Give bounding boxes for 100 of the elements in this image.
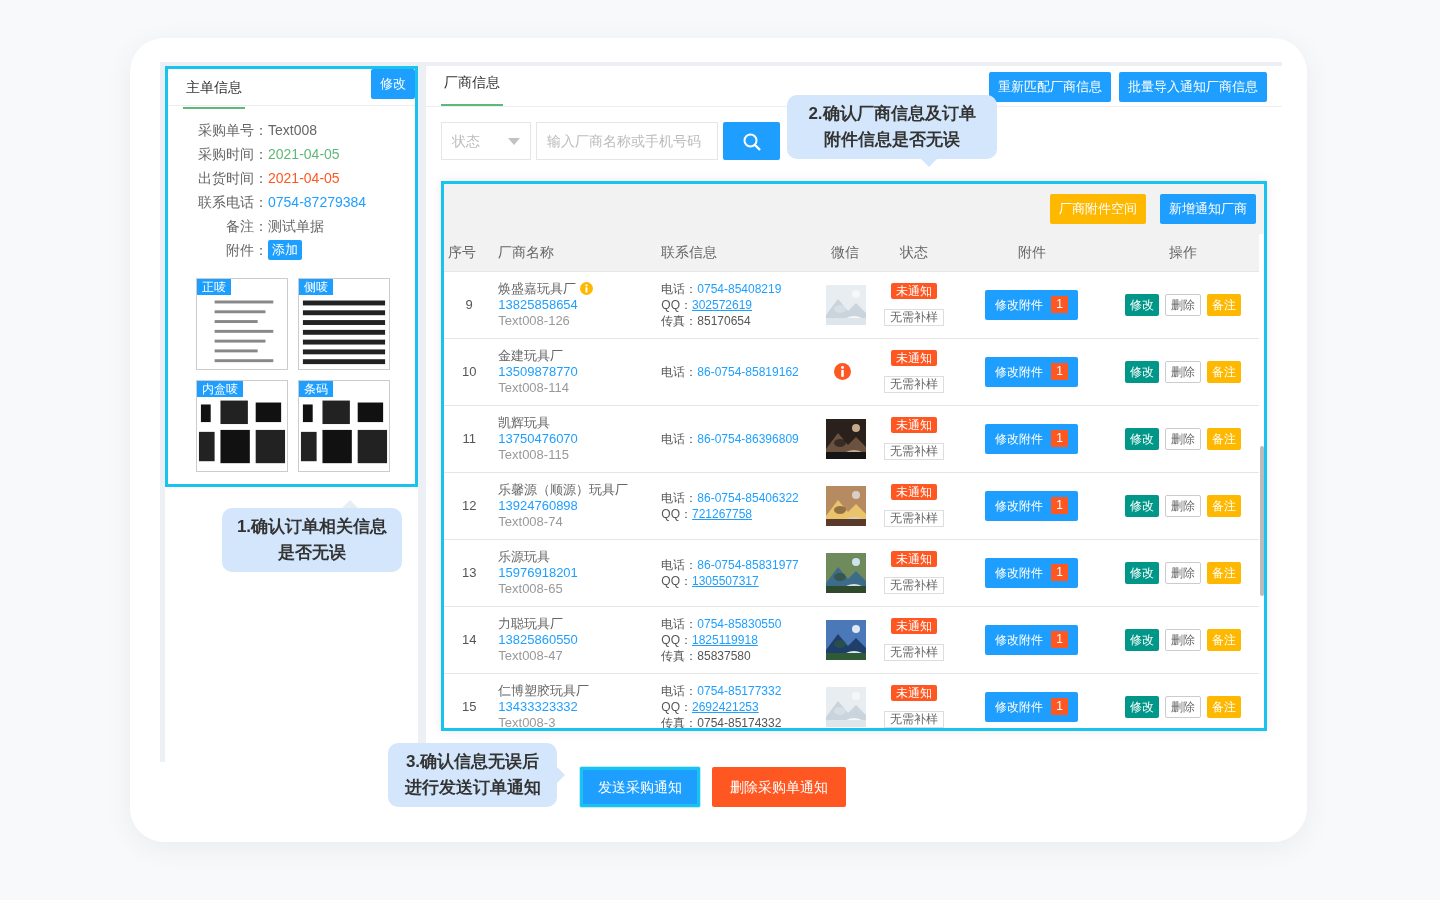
note-button[interactable]: 备注 bbox=[1206, 427, 1241, 450]
callout-text: 2.确认厂商信息及订单 bbox=[807, 103, 977, 125]
contact-label: 电话： bbox=[661, 616, 698, 631]
phone-number: 86-0754-85831977 bbox=[697, 557, 799, 572]
field-label: 备注： bbox=[225, 216, 268, 236]
sample-tag: 无需补样 bbox=[883, 443, 944, 460]
supplier-code: Text008-65 bbox=[498, 580, 563, 596]
edit-button[interactable]: 修改 bbox=[1124, 695, 1159, 718]
note-button[interactable]: 备注 bbox=[1206, 360, 1241, 383]
qq-link[interactable]: 1825119918 bbox=[691, 632, 758, 647]
status-badge: 未通知 bbox=[890, 417, 937, 433]
info-icon bbox=[834, 363, 852, 381]
attachment-button[interactable]: 修改附件 1 bbox=[985, 691, 1078, 722]
field-label: 采购单号： bbox=[197, 120, 268, 140]
row-number: 11 bbox=[462, 430, 476, 446]
note-button[interactable]: 备注 bbox=[1206, 561, 1241, 584]
delete-button[interactable]: 删除 bbox=[1164, 561, 1201, 584]
row-number: 13 bbox=[461, 564, 477, 580]
field-label: 附件： bbox=[225, 240, 268, 260]
footer-button[interactable]: 删除采购单通知 bbox=[712, 767, 846, 807]
note-button[interactable]: 备注 bbox=[1206, 628, 1241, 651]
qq-link[interactable]: 1305507317 bbox=[691, 573, 759, 588]
supplier-code: Text008-126 bbox=[498, 312, 570, 328]
attachment-button[interactable]: 修改附件 1 bbox=[985, 289, 1078, 320]
attachment-button[interactable]: 修改附件 1 bbox=[985, 423, 1078, 454]
tab[interactable]: 厂商信息 bbox=[441, 72, 503, 106]
status-badge: 未通知 bbox=[890, 618, 937, 634]
attachment-button[interactable]: 修改附件 1 bbox=[985, 490, 1078, 521]
fax-number: 0754-85174332 bbox=[697, 715, 782, 728]
toolbar-button[interactable]: 厂商附件空间 bbox=[1050, 194, 1146, 224]
caret-icon bbox=[508, 137, 520, 145]
sample-tag: 无需补样 bbox=[883, 376, 944, 393]
edit-button[interactable]: 修改 bbox=[1124, 561, 1159, 584]
row-number: 14 bbox=[461, 631, 477, 647]
field-value: 2021-04-05 bbox=[268, 168, 340, 188]
contact-label: 传真： bbox=[661, 715, 698, 728]
supplier-code: Text008-3 bbox=[498, 714, 556, 728]
contact-label: 电话： bbox=[661, 683, 698, 698]
search-button[interactable] bbox=[723, 122, 780, 160]
contact-label: 电话： bbox=[661, 281, 698, 296]
search-field[interactable]: 输入厂商名称或手机号码 bbox=[536, 122, 718, 160]
delete-button[interactable]: 删除 bbox=[1164, 360, 1201, 383]
contact-label: 电话： bbox=[661, 431, 698, 446]
toolbar-button[interactable]: 新增通知厂商 bbox=[1160, 194, 1256, 224]
contact-label: 传真： bbox=[661, 313, 698, 328]
qq-link[interactable]: 2692421253 bbox=[691, 699, 759, 714]
mobile-number: 13509878770 bbox=[498, 363, 578, 379]
edit-button[interactable]: 修改 bbox=[371, 69, 415, 99]
sample-tag: 无需补样 bbox=[883, 309, 944, 326]
contact-label: QQ： bbox=[661, 506, 692, 521]
supplier-name: 金建玩具厂 bbox=[498, 347, 564, 364]
phone-link[interactable]: 0754-87279384 bbox=[268, 191, 367, 213]
qq-link[interactable]: 302572619 bbox=[691, 297, 753, 312]
count-badge: 1 bbox=[1051, 497, 1068, 514]
edit-button[interactable]: 修改 bbox=[1124, 628, 1159, 651]
column-header: 状态 bbox=[899, 243, 928, 260]
field-value: Text008 bbox=[268, 120, 318, 140]
add-button[interactable]: 添加 bbox=[268, 240, 302, 260]
field-label: 采购时间： bbox=[197, 144, 268, 164]
fax-number: 85170654 bbox=[697, 313, 751, 328]
edit-button[interactable]: 修改 bbox=[1124, 360, 1159, 383]
phone-number: 86-0754-85819162 bbox=[697, 364, 799, 379]
column-header: 联系信息 bbox=[661, 243, 718, 260]
delete-button[interactable]: 删除 bbox=[1164, 293, 1201, 316]
supplier-name: 焕盛嘉玩具厂 bbox=[498, 280, 577, 297]
note-button[interactable]: 备注 bbox=[1206, 494, 1241, 517]
contact-label: 电话： bbox=[661, 490, 698, 505]
tag-label: 正唛 bbox=[197, 279, 231, 295]
delete-button[interactable]: 删除 bbox=[1164, 494, 1201, 517]
edit-button[interactable]: 修改 bbox=[1124, 494, 1159, 517]
header-button[interactable]: 重新匹配厂商信息 bbox=[989, 72, 1111, 102]
status-select[interactable]: 状态 bbox=[441, 122, 531, 160]
qq-link[interactable]: 721267758 bbox=[691, 506, 753, 521]
edit-button[interactable]: 修改 bbox=[1124, 293, 1159, 316]
contact-label: QQ： bbox=[661, 699, 692, 714]
delete-button[interactable]: 删除 bbox=[1164, 628, 1201, 651]
delete-button[interactable]: 删除 bbox=[1164, 427, 1201, 450]
count-badge: 1 bbox=[1051, 296, 1068, 313]
edit-button[interactable]: 修改 bbox=[1124, 427, 1159, 450]
note-button[interactable]: 备注 bbox=[1206, 293, 1241, 316]
footer-button[interactable]: 发送采购通知 bbox=[580, 767, 700, 807]
mobile-number: 13433323332 bbox=[498, 698, 578, 714]
attachment-button[interactable]: 修改附件 1 bbox=[985, 624, 1078, 655]
row-number: 10 bbox=[461, 363, 477, 379]
contact-label: QQ： bbox=[661, 297, 692, 312]
select-placeholder: 状态 bbox=[452, 131, 480, 151]
header-button[interactable]: 批量导入通知厂商信息 bbox=[1119, 72, 1267, 102]
sample-tag: 无需补样 bbox=[883, 711, 944, 728]
attachment-button[interactable]: 修改附件 1 bbox=[985, 356, 1078, 387]
tag-label: 条码 bbox=[299, 381, 333, 397]
supplier-name: 乐源玩具 bbox=[498, 548, 551, 565]
scrollbar-thumb[interactable] bbox=[1260, 446, 1264, 596]
row-number: 12 bbox=[461, 497, 477, 513]
attachment-button[interactable]: 修改附件 1 bbox=[985, 557, 1078, 588]
supplier-name: 仁博塑胶玩具厂 bbox=[498, 682, 590, 699]
delete-button[interactable]: 删除 bbox=[1164, 695, 1201, 718]
note-button[interactable]: 备注 bbox=[1206, 695, 1241, 718]
callout-text: 进行发送订单通知 bbox=[403, 777, 542, 799]
row-number: 15 bbox=[461, 698, 477, 714]
tab[interactable]: 主单信息 bbox=[183, 77, 245, 109]
